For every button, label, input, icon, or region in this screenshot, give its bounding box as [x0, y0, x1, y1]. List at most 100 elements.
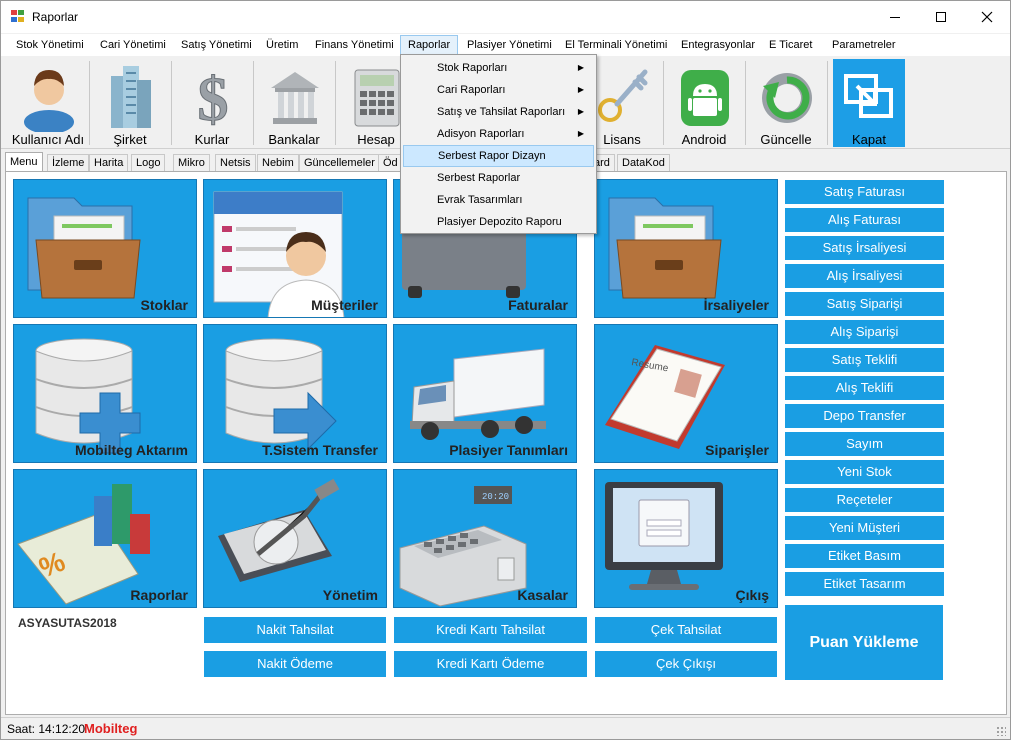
tab-izleme[interactable]: İzleme — [47, 154, 90, 172]
submenu-arrow-icon: ▶ — [577, 63, 584, 72]
menu-parametreler[interactable]: Parametreler — [825, 35, 903, 55]
exit-icon — [844, 74, 893, 118]
toolbar-bankalar[interactable]: Bankalar — [255, 59, 333, 147]
user-icon — [24, 70, 74, 132]
raporlar-dropdown: Stok Raporları ▶ Cari Raporları ▶ Satış ve… — [400, 54, 597, 234]
svg-text:20:20: 20:20 — [482, 492, 509, 502]
yeni-stok-button[interactable]: Yeni Stok — [785, 460, 944, 484]
cek-cikisi-button[interactable]: Çek Çıkışı — [595, 651, 777, 677]
maximize-button[interactable] — [918, 1, 964, 33]
toolbar-kurlar[interactable]: $ Kurlar — [173, 59, 251, 148]
refresh-icon — [762, 73, 812, 123]
menu-entegrasyonlar[interactable]: Entegrasyonlar — [674, 35, 762, 55]
toolbar-separator — [253, 61, 254, 145]
satis-faturasi-button[interactable]: Satış Faturası — [785, 180, 944, 204]
tile-label: Mobilteg Aktarım — [74, 442, 188, 458]
dropdown-adisyon-raporlari[interactable]: Adisyon Raporları ▶ — [403, 123, 594, 145]
dropdown-stok-raporlari[interactable]: Stok Raporları ▶ — [403, 57, 594, 79]
etiket-tasarim-button[interactable]: Etiket Tasarım — [785, 572, 944, 596]
resize-grip[interactable] — [996, 726, 1006, 736]
dropdown-serbest-rapor-dizayn[interactable]: Serbest Rapor Dizayn — [403, 145, 594, 167]
tile-mobilteg-aktarim[interactable]: Mobilteg Aktarım — [13, 324, 197, 463]
tile-siparisler[interactable]: Resume Siparişler — [594, 324, 778, 463]
status-brand: Mobilteg — [84, 721, 138, 736]
alis-teklifi-button[interactable]: Alış Teklifi — [785, 376, 944, 400]
tile-plasiyer-tanimlari[interactable]: Plasiyer Tanımları — [393, 324, 577, 463]
tile-cikis[interactable]: Çıkış — [594, 469, 778, 608]
toolbar-android[interactable]: Android — [665, 59, 743, 147]
tile-kasalar[interactable]: 20:20 Kasalar — [393, 469, 577, 608]
menu-raporlar[interactable]: Raporlar — [400, 35, 458, 55]
dropdown-cari-raporlari[interactable]: Cari Raporları ▶ — [403, 79, 594, 101]
tab-mikro[interactable]: Mikro — [173, 154, 210, 172]
toolbar-label: Kapat — [852, 132, 886, 147]
receteler-button[interactable]: Reçeteler — [785, 488, 944, 512]
menu-bar: Stok Yönetimi Cari Yönetimi Satış Yöneti… — [1, 34, 1010, 56]
dropdown-evrak-tasarimlari[interactable]: Evrak Tasarımları — [403, 189, 594, 211]
toolbar-label: Android — [681, 132, 727, 147]
etiket-basim-button[interactable]: Etiket Basım — [785, 544, 944, 568]
alis-siparisi-button[interactable]: Alış Siparişi — [785, 320, 944, 344]
tile-irsaliyeler[interactable]: İrsaliyeler — [594, 179, 778, 318]
toolbar-kapat[interactable]: Kapat — [833, 59, 905, 147]
menu-finans-yonetimi[interactable]: Finans Yönetimi — [308, 35, 401, 55]
toolbar-sirket[interactable]: Şirket — [91, 59, 169, 147]
tile-label: Çıkış — [735, 587, 769, 603]
nakit-odeme-button[interactable]: Nakit Ödeme — [204, 651, 386, 677]
menu-el-terminali-yonetimi[interactable]: El Terminali Yönetimi — [558, 35, 674, 55]
dropdown-item-label: Evrak Tasarımları — [437, 194, 523, 206]
toolbar-label: Kullanıcı Adı — [11, 132, 85, 147]
tile-label: Müşteriler — [311, 297, 378, 313]
tab-netsis[interactable]: Netsis — [215, 154, 256, 172]
menu-satis-yonetimi[interactable]: Satış Yönetimi — [174, 35, 259, 55]
menu-stok-yonetimi[interactable]: Stok Yönetimi — [9, 35, 91, 55]
tab-guncellemeler[interactable]: Güncellemeler — [299, 154, 380, 172]
title-bar: Raporlar — [1, 1, 1010, 33]
dropdown-satis-tahsilat-raporlari[interactable]: Satış ve Tahsilat Raporları ▶ — [403, 101, 594, 123]
tab-logo[interactable]: Logo — [131, 154, 166, 172]
menu-uretim[interactable]: Üretim — [259, 35, 305, 55]
toolbar-label: Kurlar — [194, 132, 230, 147]
minimize-button[interactable] — [872, 1, 918, 33]
dropdown-item-label: Satış ve Tahsilat Raporları — [437, 106, 566, 118]
tile-raporlar[interactable]: % Raporlar — [13, 469, 197, 608]
tile-label: Siparişler — [705, 442, 769, 458]
tab-datakod[interactable]: DataKod — [617, 154, 670, 172]
tile-stoklar[interactable]: Stoklar — [13, 179, 197, 318]
tab-harita[interactable]: Harita — [89, 154, 129, 172]
kredi-karti-odeme-button[interactable]: Kredi Kartı Ödeme — [394, 651, 587, 677]
toolbar-guncelle[interactable]: Güncelle — [747, 59, 825, 147]
buildings-icon — [111, 66, 151, 128]
puan-yukleme-button[interactable]: Puan Yükleme — [785, 605, 943, 680]
tab-menu[interactable]: Menu — [5, 152, 43, 172]
satis-teklifi-button[interactable]: Satış Teklifi — [785, 348, 944, 372]
menu-e-ticaret[interactable]: E Ticaret — [762, 35, 819, 55]
satis-siparisi-button[interactable]: Satış Siparişi — [785, 292, 944, 316]
tile-label: İrsaliyeler — [703, 297, 769, 313]
tile-yonetim[interactable]: Yönetim — [203, 469, 387, 608]
tile-t-sistem-transfer[interactable]: T.Sistem Transfer — [203, 324, 387, 463]
close-button[interactable] — [964, 1, 1010, 33]
tile-label: Raporlar — [130, 587, 188, 603]
alis-faturasi-button[interactable]: Alış Faturası — [785, 208, 944, 232]
menu-cari-yonetimi[interactable]: Cari Yönetimi — [93, 35, 173, 55]
cek-tahsilat-button[interactable]: Çek Tahsilat — [595, 617, 777, 643]
menu-plasiyer-yonetimi[interactable]: Plasiyer Yönetimi — [460, 35, 559, 55]
yeni-musteri-button[interactable]: Yeni Müşteri — [785, 516, 944, 540]
dropdown-plasiyer-depozito-raporu[interactable]: Plasiyer Depozito Raporu — [403, 211, 594, 233]
bank-icon — [271, 72, 319, 124]
sayim-button[interactable]: Sayım — [785, 432, 944, 456]
alis-irsaliyesi-button[interactable]: Alış İrsaliyesi — [785, 264, 944, 288]
dropdown-serbest-raporlar[interactable]: Serbest Raporlar — [403, 167, 594, 189]
svg-text:$: $ — [198, 66, 229, 132]
dropdown-item-label: Plasiyer Depozito Raporu — [437, 216, 562, 228]
tab-nebim[interactable]: Nebim — [257, 154, 299, 172]
minimize-icon — [890, 16, 900, 18]
nakit-tahsilat-button[interactable]: Nakit Tahsilat — [204, 617, 386, 643]
tab-odeme[interactable]: Öd — [378, 154, 403, 172]
kredi-karti-tahsilat-button[interactable]: Kredi Kartı Tahsilat — [394, 617, 587, 643]
toolbar-kullanici-adi[interactable]: Kullanıcı Adı — [9, 59, 87, 147]
tile-musteriler[interactable]: Müşteriler — [203, 179, 387, 318]
satis-irsaliyesi-button[interactable]: Satış İrsaliyesi — [785, 236, 944, 260]
depo-transfer-button[interactable]: Depo Transfer — [785, 404, 944, 428]
